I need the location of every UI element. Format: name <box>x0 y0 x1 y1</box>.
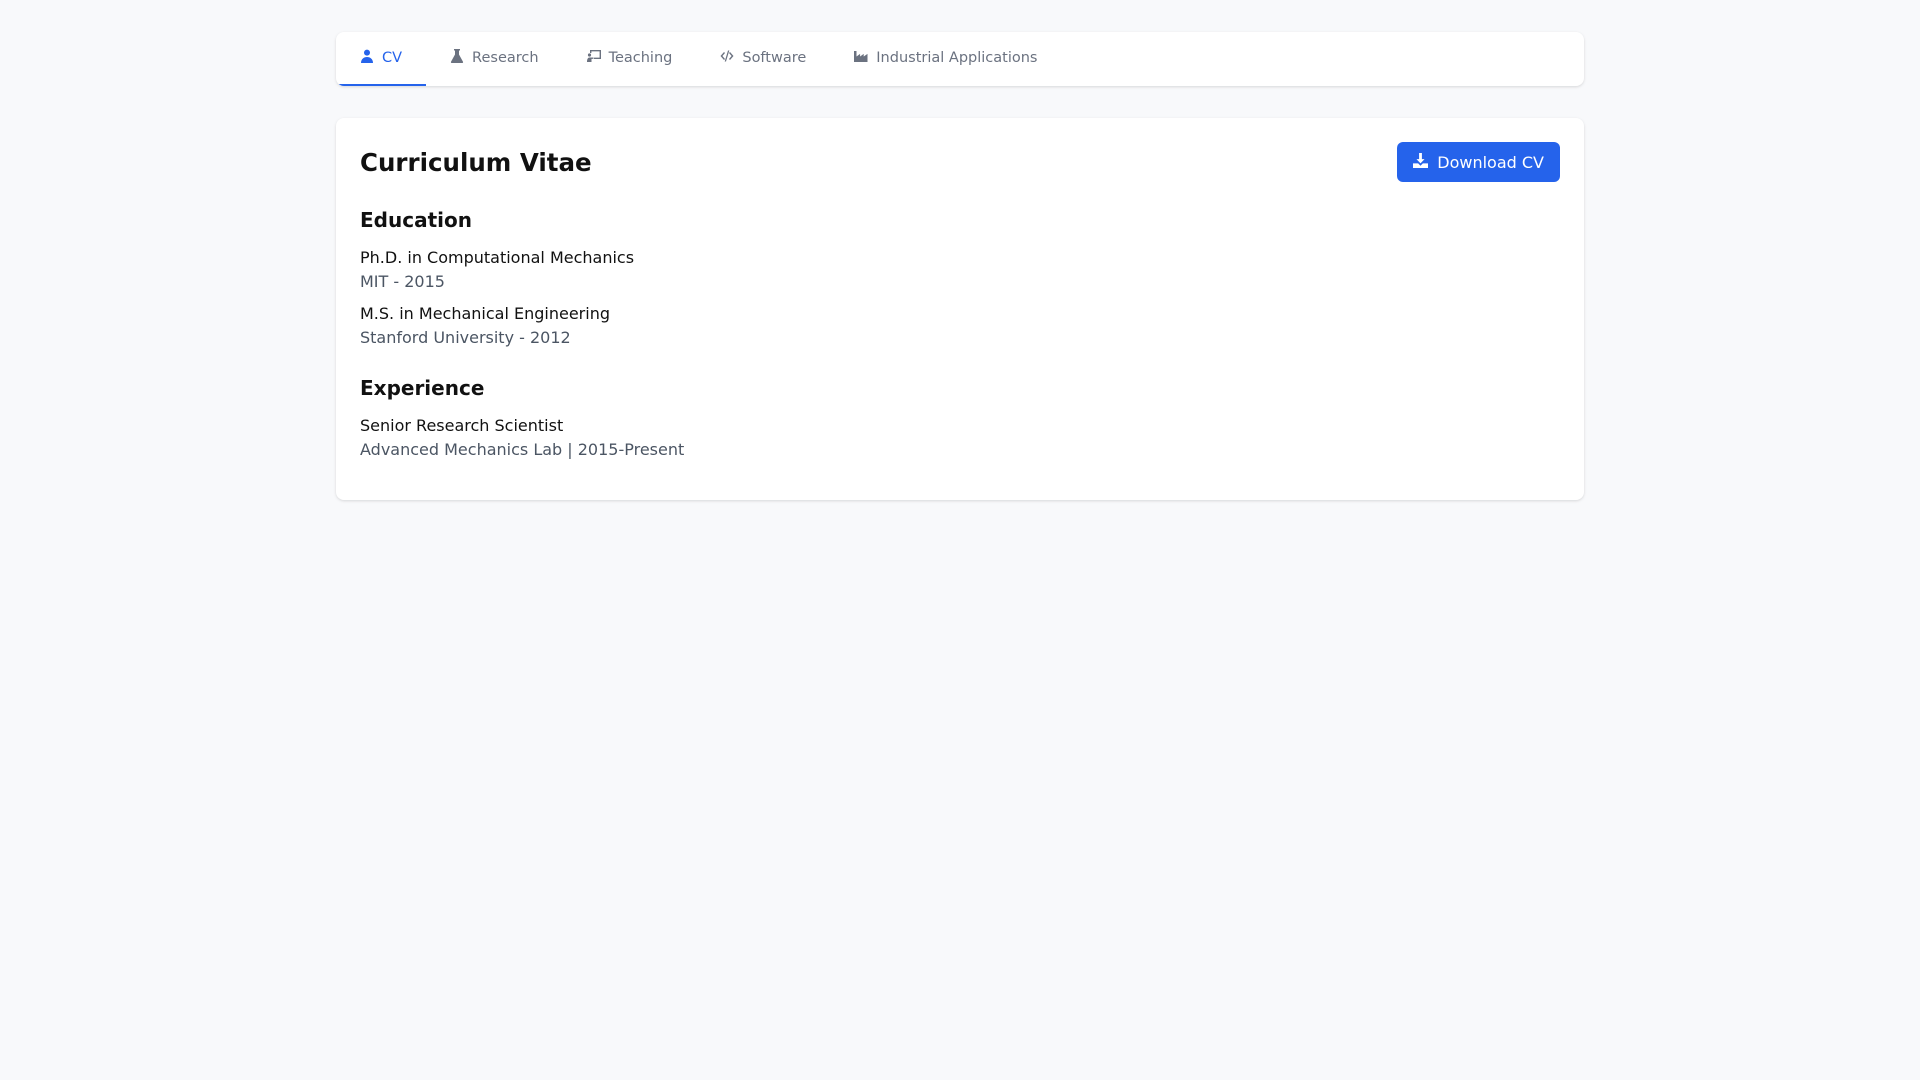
page-title: Curriculum Vitae <box>360 147 592 177</box>
experience-item: Senior Research Scientist Advanced Mecha… <box>360 414 1560 462</box>
tab-research[interactable]: Research <box>426 32 563 86</box>
tab-bar: CV Research Teaching Software Industrial… <box>336 32 1584 86</box>
education-item: M.S. in Mechanical Engineering Stanford … <box>360 302 1560 350</box>
industry-icon <box>854 49 868 67</box>
education-item: Ph.D. in Computational Mechanics MIT - 2… <box>360 246 1560 294</box>
tab-software[interactable]: Software <box>696 32 830 86</box>
tab-label: CV <box>382 50 403 66</box>
education-heading: Education <box>360 208 472 232</box>
degree-title: Ph.D. in Computational Mechanics <box>360 248 635 267</box>
tab-label: Teaching <box>608 50 673 66</box>
download-cv-button[interactable]: Download CV <box>1397 142 1560 182</box>
tab-label: Software <box>742 50 807 66</box>
job-title: Senior Research Scientist <box>360 416 564 435</box>
tab-label: Research <box>472 50 539 66</box>
card-header: Curriculum Vitae Download CV <box>360 142 1560 182</box>
tab-cv[interactable]: CV <box>336 32 427 86</box>
tab-industrial-applications[interactable]: Industrial Applications <box>830 32 1061 86</box>
degree-title: M.S. in Mechanical Engineering <box>360 304 610 323</box>
download-cv-label: Download CV <box>1437 152 1544 172</box>
flask-icon <box>450 49 464 67</box>
degree-institution: Stanford University - 2012 <box>360 328 571 347</box>
tab-teaching[interactable]: Teaching <box>563 32 697 86</box>
page-container: CV Research Teaching Software Industrial… <box>336 32 1584 500</box>
code-icon <box>720 49 734 67</box>
chalkboard-teacher-icon <box>586 49 601 67</box>
tab-label: Industrial Applications <box>876 50 1038 66</box>
experience-heading: Experience <box>360 376 485 400</box>
degree-institution: MIT - 2015 <box>360 272 445 291</box>
download-icon <box>1413 152 1429 172</box>
user-icon <box>360 49 374 67</box>
job-organization: Advanced Mechanics Lab | 2015-Present <box>360 440 685 459</box>
cv-card: Curriculum Vitae Download CV Education P… <box>336 118 1584 500</box>
